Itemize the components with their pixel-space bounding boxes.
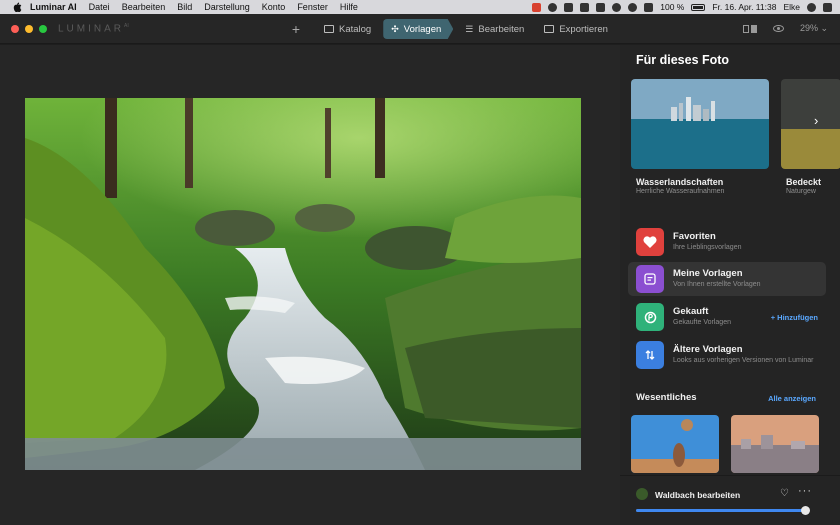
add-purchased-button[interactable]: + Hinzufügen	[771, 313, 818, 322]
export-icon	[544, 25, 555, 33]
show-all-link[interactable]: Alle anzeigen	[768, 394, 816, 403]
apple-icon[interactable]	[12, 2, 22, 12]
templates-panel: Für dieses Foto › Wasserlandschaften Her…	[620, 45, 840, 525]
view-controls: 29% ⌄	[742, 23, 828, 34]
slider-knob[interactable]	[801, 506, 810, 515]
user-name[interactable]: Elke	[783, 2, 800, 12]
tab-exportieren[interactable]: Exportieren	[536, 19, 616, 39]
battery-percent: 100 %	[660, 2, 685, 12]
template-card-bedeckt[interactable]	[781, 79, 840, 169]
menu-konto[interactable]: Konto	[262, 2, 286, 12]
system-menubar: Luminar AI Datei Bearbeiten Bild Darstel…	[0, 0, 840, 14]
window-controls	[11, 25, 47, 33]
category-favoriten[interactable]: Favoriten Ihre Lieblingsvorlagen	[628, 225, 826, 259]
dropbox-icon[interactable]	[548, 2, 558, 12]
heart-outline-icon[interactable]: ♡	[780, 488, 789, 499]
volume-icon[interactable]	[644, 2, 654, 12]
category-aeltere-vorlagen[interactable]: Ältere Vorlagen Looks aus vorherigen Ver…	[628, 338, 826, 372]
image-canvas	[0, 45, 620, 525]
creative-cloud-icon[interactable]	[564, 2, 574, 12]
menu-app[interactable]: Luminar AI	[30, 2, 77, 12]
section-title: Wesentliches	[636, 392, 697, 403]
heart-icon	[636, 228, 664, 256]
panel-title: Für dieses Foto	[636, 53, 730, 67]
control-center-icon[interactable]	[823, 2, 832, 12]
category-meine-vorlagen[interactable]: Meine Vorlagen Von Ihnen erstellte Vorla…	[628, 262, 826, 296]
swap-icon	[636, 341, 664, 369]
close-window-button[interactable]	[11, 25, 19, 33]
essentials-card-city[interactable]	[731, 415, 819, 473]
eye-icon[interactable]	[772, 25, 784, 32]
beach-thumbnail	[631, 415, 719, 473]
menu-fenster[interactable]: Fenster	[297, 2, 328, 12]
mode-tabs: + Katalog ✣ Vorlagen ☰ Bearbeiten Export…	[288, 18, 616, 40]
menu-bearbeiten[interactable]: Bearbeiten	[122, 2, 166, 12]
essentials-card-beach[interactable]	[631, 415, 719, 473]
app-status-icon[interactable]	[532, 2, 542, 12]
city-skyline-thumbnail	[631, 79, 769, 169]
menu-darstellung[interactable]: Darstellung	[204, 2, 250, 12]
wifi-icon[interactable]	[628, 2, 638, 12]
sunset-city-thumbnail	[731, 415, 819, 473]
category-gekauft[interactable]: Gekauft Gekaufte Vorlagen + Hinzufügen	[628, 300, 826, 334]
clock[interactable]: Fr. 16. Apr. 11:38	[712, 2, 776, 12]
battery-icon[interactable]	[691, 3, 706, 11]
status-area: 100 % Fr. 16. Apr. 11:38 Elke	[532, 0, 832, 14]
search-icon[interactable]	[807, 2, 816, 12]
app-toolbar: LUMINARAI + Katalog ✣ Vorlagen ☰ Bearbei…	[0, 14, 840, 44]
card-subtitle: Herrliche Wasseraufnahmen	[636, 188, 725, 195]
forest-stream-photo[interactable]	[25, 98, 581, 470]
menu-datei[interactable]: Datei	[89, 2, 110, 12]
menu-hilfe[interactable]: Hilfe	[340, 2, 358, 12]
overcast-thumbnail	[781, 79, 840, 169]
amount-slider[interactable]	[636, 506, 810, 515]
chevron-right-icon[interactable]: ›	[814, 113, 818, 128]
add-photos-button[interactable]: +	[288, 21, 304, 37]
zoom-window-button[interactable]	[39, 25, 47, 33]
edit-title: Waldbach bearbeiten	[655, 490, 741, 500]
bag-icon	[636, 303, 664, 331]
template-card-wasserlandschaften[interactable]	[631, 79, 769, 169]
more-options-icon[interactable]: ···	[798, 485, 812, 497]
bluetooth-icon[interactable]	[612, 2, 622, 12]
compare-icon[interactable]	[742, 24, 757, 33]
photo-thumbnail	[636, 488, 648, 500]
app-logo: LUMINARAI	[58, 23, 129, 35]
card-name: Bedeckt	[786, 177, 822, 187]
tab-bearbeiten[interactable]: ☰ Bearbeiten	[457, 19, 532, 39]
minimize-window-button[interactable]	[25, 25, 33, 33]
zoom-dropdown[interactable]: 29% ⌄	[800, 23, 828, 34]
tab-katalog[interactable]: Katalog	[316, 19, 379, 39]
telegram-icon[interactable]	[580, 2, 590, 12]
folder-icon	[324, 25, 334, 33]
slider-fill	[636, 509, 806, 512]
tab-vorlagen[interactable]: ✣ Vorlagen	[383, 19, 454, 39]
edit-footer: Waldbach bearbeiten ♡ ···	[620, 475, 840, 525]
shield-icon[interactable]	[596, 2, 606, 12]
document-icon	[636, 265, 664, 293]
card-subtitle: Naturgew	[786, 188, 816, 195]
templates-icon: ✣	[391, 23, 399, 34]
sliders-icon: ☰	[465, 23, 474, 34]
menu-bild[interactable]: Bild	[177, 2, 192, 12]
card-name: Wasserlandschaften	[636, 177, 724, 187]
